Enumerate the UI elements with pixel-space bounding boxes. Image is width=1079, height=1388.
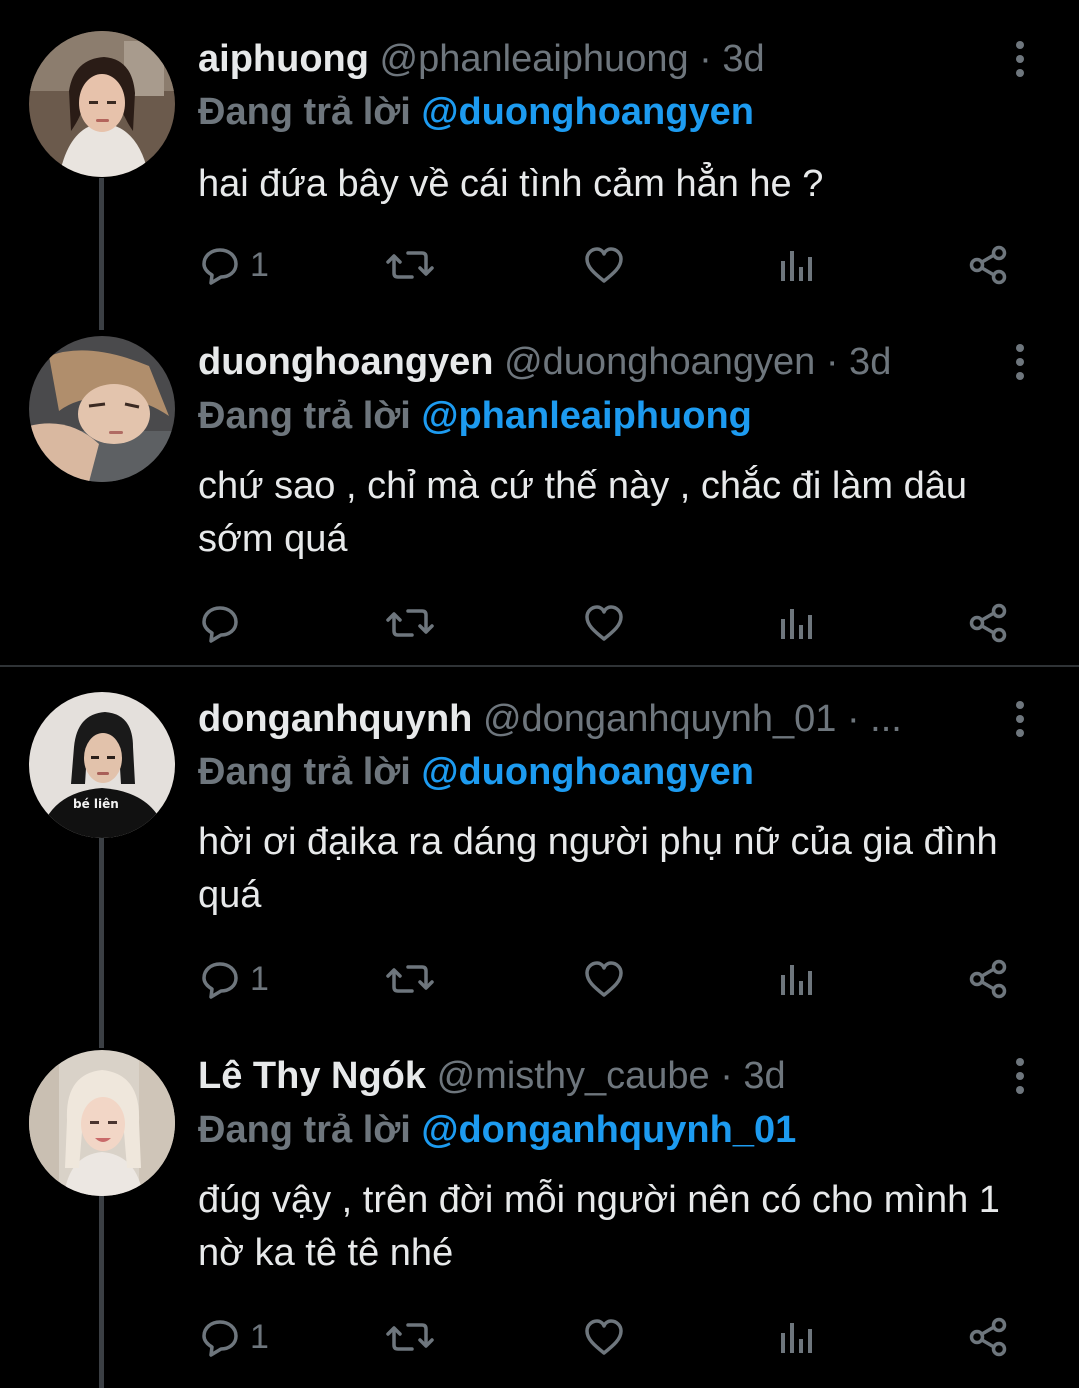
action-bar	[198, 598, 1018, 648]
like-button[interactable]	[582, 1312, 626, 1362]
comment-bubble-icon	[198, 957, 242, 1001]
share-button[interactable]	[966, 598, 1010, 648]
retweet-icon	[386, 1315, 434, 1359]
timestamp[interactable]: · 3d	[720, 1055, 785, 1097]
reply-button[interactable]	[198, 598, 250, 648]
tweet-text: chứ sao , chỉ mà cứ thế này , chắc đi là…	[198, 465, 968, 560]
display-name[interactable]: duonghoangyen	[198, 341, 494, 383]
reply-button[interactable]: 1	[198, 954, 269, 1004]
comment-bubble-icon	[198, 243, 242, 287]
bar-chart-icon	[776, 243, 816, 287]
mention-link[interactable]: @phanleaiphuong	[421, 395, 751, 437]
retweet-button[interactable]	[386, 598, 434, 648]
share-button[interactable]	[966, 240, 1010, 290]
replying-to: Đang trả lời @duonghoangyen	[198, 748, 754, 796]
reply-count: 1	[250, 245, 269, 284]
thread-line	[99, 838, 104, 1048]
user-handle[interactable]: @phanleaiphuong	[380, 38, 689, 80]
heart-icon	[582, 601, 626, 645]
like-button[interactable]	[582, 954, 626, 1004]
retweet-icon	[386, 601, 434, 645]
like-button[interactable]	[582, 598, 626, 648]
tweet-header: Lê Thy Ngók @misthy_caube · 3d	[198, 1051, 979, 1101]
replying-to-label: Đang trả lời	[198, 1109, 411, 1151]
comment-bubble-icon	[198, 1315, 242, 1359]
display-name[interactable]: aiphuong	[198, 38, 369, 80]
reply-button[interactable]: 1	[198, 1312, 269, 1362]
reply-button[interactable]: 1	[198, 240, 269, 290]
analytics-button[interactable]	[776, 954, 816, 1004]
thread-divider	[0, 665, 1079, 667]
heart-icon	[582, 957, 626, 1001]
tweet-header: aiphuong @phanleaiphuong · 3d	[198, 34, 979, 84]
heart-icon	[582, 1315, 626, 1359]
avatar[interactable]	[29, 336, 175, 482]
avatar[interactable]	[29, 31, 175, 177]
timestamp[interactable]: · 3d	[699, 38, 764, 80]
share-icon	[966, 243, 1010, 287]
retweet-button[interactable]	[386, 240, 434, 290]
more-options-button[interactable]	[1005, 34, 1035, 84]
thread-line	[99, 178, 104, 330]
reply-count: 1	[250, 1317, 269, 1356]
replying-to-label: Đang trả lời	[198, 91, 411, 133]
display-name[interactable]: donganhquynh	[198, 698, 472, 740]
mention-link[interactable]: @donganhquynh_01	[421, 1109, 796, 1151]
comment-bubble-icon	[198, 601, 242, 645]
replying-to: Đang trả lời @duonghoangyen	[198, 88, 754, 136]
share-icon	[966, 1315, 1010, 1359]
action-bar: 1	[198, 954, 1018, 1004]
user-handle[interactable]: @donganhquynh_01	[483, 698, 836, 740]
tweet-text: hai đứa bây về cái tình cảm hẳn he ?	[198, 163, 824, 205]
heart-icon	[582, 243, 626, 287]
replying-to-label: Đang trả lời	[198, 395, 411, 437]
bar-chart-icon	[776, 601, 816, 645]
like-button[interactable]	[582, 240, 626, 290]
tweet-header: donganhquynh @donganhquynh_01 · ...	[198, 694, 979, 744]
tweet-header: duonghoangyen @duonghoangyen · 3d	[198, 337, 979, 387]
replying-to-label: Đang trả lời	[198, 751, 411, 793]
replying-to: Đang trả lời @phanleaiphuong	[198, 392, 752, 440]
share-icon	[966, 601, 1010, 645]
timestamp[interactable]: · ...	[847, 698, 902, 740]
action-bar: 1	[198, 1312, 1018, 1362]
retweet-icon	[386, 243, 434, 287]
retweet-button[interactable]	[386, 954, 434, 1004]
avatar[interactable]	[29, 1050, 175, 1196]
analytics-button[interactable]	[776, 598, 816, 648]
user-handle[interactable]: @duonghoangyen	[504, 341, 815, 383]
reply-count: 1	[250, 959, 269, 998]
replying-to: Đang trả lời @donganhquynh_01	[198, 1106, 796, 1154]
more-options-button[interactable]	[1005, 694, 1035, 744]
action-bar: 1	[198, 240, 1018, 290]
mention-link[interactable]: @duonghoangyen	[421, 751, 754, 793]
display-name[interactable]: Lê Thy Ngók	[198, 1055, 426, 1097]
analytics-button[interactable]	[776, 240, 816, 290]
share-icon	[966, 957, 1010, 1001]
bar-chart-icon	[776, 957, 816, 1001]
analytics-button[interactable]	[776, 1312, 816, 1362]
avatar[interactable]: bé liên	[29, 692, 175, 838]
tweet-text: đúg vậy , trên đời mỗi người nên có cho …	[198, 1179, 1000, 1274]
bar-chart-icon	[776, 1315, 816, 1359]
tweet-text: hời ơi đạika ra dáng người phụ nữ của gi…	[198, 821, 998, 916]
share-button[interactable]	[966, 1312, 1010, 1362]
user-handle[interactable]: @misthy_caube	[437, 1055, 710, 1097]
shirt-text: bé liên	[73, 797, 119, 811]
mention-link[interactable]: @duonghoangyen	[421, 91, 754, 133]
retweet-icon	[386, 957, 434, 1001]
timestamp[interactable]: · 3d	[826, 341, 891, 383]
retweet-button[interactable]	[386, 1312, 434, 1362]
more-options-button[interactable]	[1005, 1051, 1035, 1101]
thread-line	[99, 1196, 104, 1388]
more-options-button[interactable]	[1005, 337, 1035, 387]
share-button[interactable]	[966, 954, 1010, 1004]
